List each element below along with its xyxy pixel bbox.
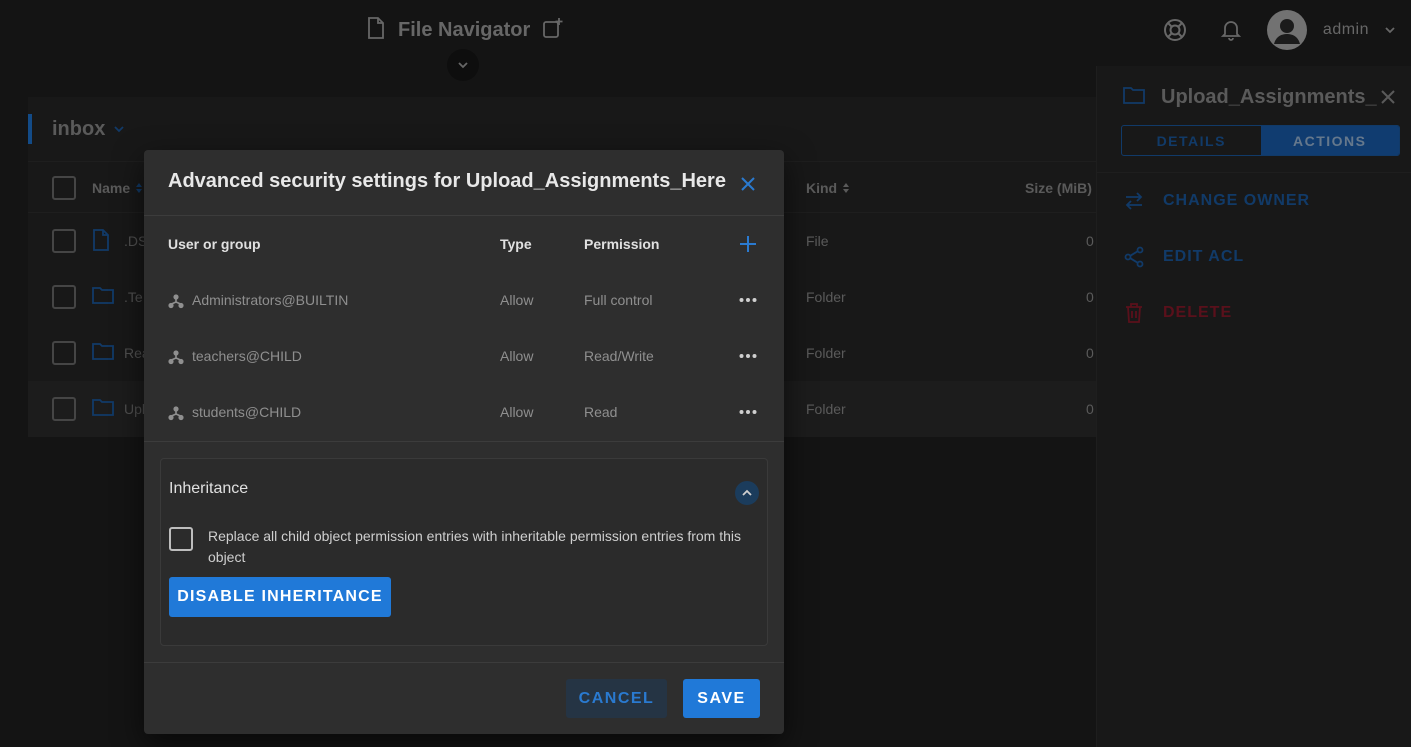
acl-entry-row: teachers@CHILD Allow Read/Write (144, 328, 784, 384)
close-icon (741, 177, 755, 191)
acl-table-header: User or group Type Permission (144, 216, 784, 272)
more-horizontal-icon (739, 354, 757, 358)
group-icon (168, 349, 184, 370)
acl-user: teachers@CHILD (192, 348, 302, 364)
collapse-inheritance-button[interactable] (735, 481, 759, 505)
acl-entry-row: students@CHILD Allow Read (144, 384, 784, 440)
add-entry-button[interactable] (736, 232, 760, 256)
group-icon (168, 405, 184, 426)
column-user: User or group (168, 236, 261, 252)
dialog-title: Advanced security settings for Upload_As… (168, 170, 726, 192)
inheritance-title: Inheritance (169, 480, 249, 497)
column-permission: Permission (584, 236, 660, 252)
entry-menu-button[interactable] (736, 344, 760, 368)
acl-type: Allow (500, 404, 534, 420)
replace-child-permissions-label: Replace all child object permission entr… (208, 528, 742, 565)
more-horizontal-icon (739, 410, 757, 414)
inheritance-section: Inheritance Replace all child object per… (160, 458, 768, 646)
save-button[interactable]: SAVE (683, 679, 760, 718)
acl-permission: Full control (584, 292, 653, 308)
disable-inheritance-button[interactable]: DISABLE INHERITANCE (169, 577, 391, 617)
close-dialog-button[interactable] (736, 172, 760, 196)
acl-entry-row: Administrators@BUILTIN Allow Full contro… (144, 272, 784, 328)
acl-user: Administrators@BUILTIN (192, 292, 349, 308)
replace-child-permissions-checkbox[interactable] (169, 527, 193, 551)
divider (144, 662, 784, 663)
entry-menu-button[interactable] (736, 288, 760, 312)
entry-menu-button[interactable] (736, 400, 760, 424)
divider (144, 441, 784, 442)
security-settings-dialog: Advanced security settings for Upload_As… (144, 150, 784, 734)
more-horizontal-icon (739, 298, 757, 302)
column-type: Type (500, 236, 532, 252)
chevron-up-icon (742, 489, 752, 496)
group-icon (168, 293, 184, 314)
acl-user: students@CHILD (192, 404, 302, 420)
acl-type: Allow (500, 348, 534, 364)
acl-permission: Read/Write (584, 348, 654, 364)
acl-type: Allow (500, 292, 534, 308)
acl-permission: Read (584, 404, 618, 420)
plus-icon (740, 236, 756, 252)
cancel-button[interactable]: CANCEL (566, 679, 667, 718)
